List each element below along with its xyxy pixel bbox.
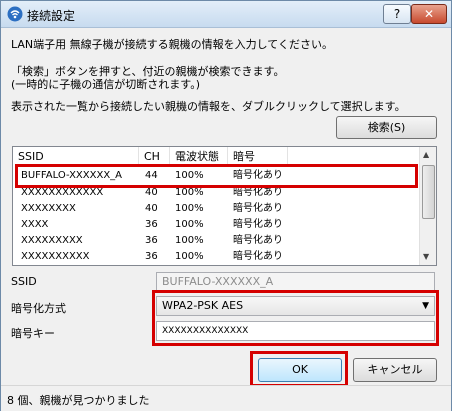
row-ssid: XXXXXXXXX [21, 235, 83, 246]
ok-button-highlight [250, 351, 348, 387]
encryption-key-label: 暗号キー [11, 327, 55, 340]
row-signal: 100% [175, 235, 204, 246]
help-button[interactable]: ? [383, 4, 411, 24]
status-bar: 8 個、親機が見つかりました [1, 385, 451, 411]
table-row[interactable]: XXXX 36 100% 暗号化あり [13, 219, 419, 231]
wifi-signal-icon [7, 6, 23, 22]
scrollbar-thumb[interactable] [422, 165, 435, 219]
table-row[interactable]: XXXXXXXXXX 36 100% 暗号化あり [13, 251, 419, 263]
table-row[interactable]: XXXXXXXXXXXX 40 100% 暗号化あり [13, 187, 419, 199]
table-row[interactable]: XXXXXXXXX 36 100% 暗号化あり [13, 235, 419, 247]
table-row[interactable]: XXXXXXXX 40 100% 暗号化あり [13, 203, 419, 215]
row-signal: 100% [175, 219, 204, 230]
instruction-line-3: (一時的に子機の通信が切断されます。) [11, 78, 200, 91]
window-title: 接続設定 [27, 9, 76, 23]
list-scrollbar[interactable]: ▲ ▼ [419, 147, 436, 265]
search-button[interactable]: 検索(S) [336, 116, 437, 139]
row-channel: 40 [145, 203, 158, 214]
row-encryption: 暗号化あり [233, 219, 283, 230]
cancel-button[interactable]: キャンセル [353, 358, 437, 382]
instruction-line-1: LAN端子用 無線子機が接続する親機の情報を入力してください。 [11, 38, 333, 51]
row-ssid: XXXXXXXXXX [21, 251, 90, 262]
scroll-down-icon[interactable]: ▼ [423, 252, 429, 261]
row-channel: 36 [145, 219, 158, 230]
row-ssid: XXXXXXXX [21, 203, 76, 214]
title-bar[interactable]: 接続設定 ? ✕ [1, 1, 451, 28]
status-text: 8 個、親機が見つかりました [7, 394, 150, 407]
scroll-up-icon[interactable]: ▲ [423, 150, 429, 159]
row-channel: 36 [145, 235, 158, 246]
row-channel: 36 [145, 251, 158, 262]
ssid-field: BUFFALO-XXXXXX_A [156, 272, 435, 292]
ssid-label: SSID [11, 275, 37, 288]
row-encryption: 暗号化あり [233, 235, 283, 246]
row-signal: 100% [175, 187, 204, 198]
row-encryption: 暗号化あり [233, 251, 283, 262]
row-encryption: 暗号化あり [233, 187, 283, 198]
instruction-line-4: 表示された一覧から接続したい親機の情報を、ダブルクリックして選択します。 [11, 100, 406, 113]
row-channel: 40 [145, 187, 158, 198]
row-ssid: XXXXXXXXXXXX [21, 187, 104, 198]
close-button[interactable]: ✕ [411, 4, 447, 24]
row-ssid: XXXX [21, 219, 49, 230]
row-encryption: 暗号化あり [233, 203, 283, 214]
selected-row-highlight [15, 164, 418, 188]
row-signal: 100% [175, 251, 204, 262]
form-highlight [152, 290, 439, 346]
encryption-label: 暗号化方式 [11, 302, 66, 315]
connection-settings-window: 接続設定 ? ✕ LAN端子用 無線子機が接続する親機の情報を入力してください。… [0, 0, 452, 411]
row-signal: 100% [175, 203, 204, 214]
